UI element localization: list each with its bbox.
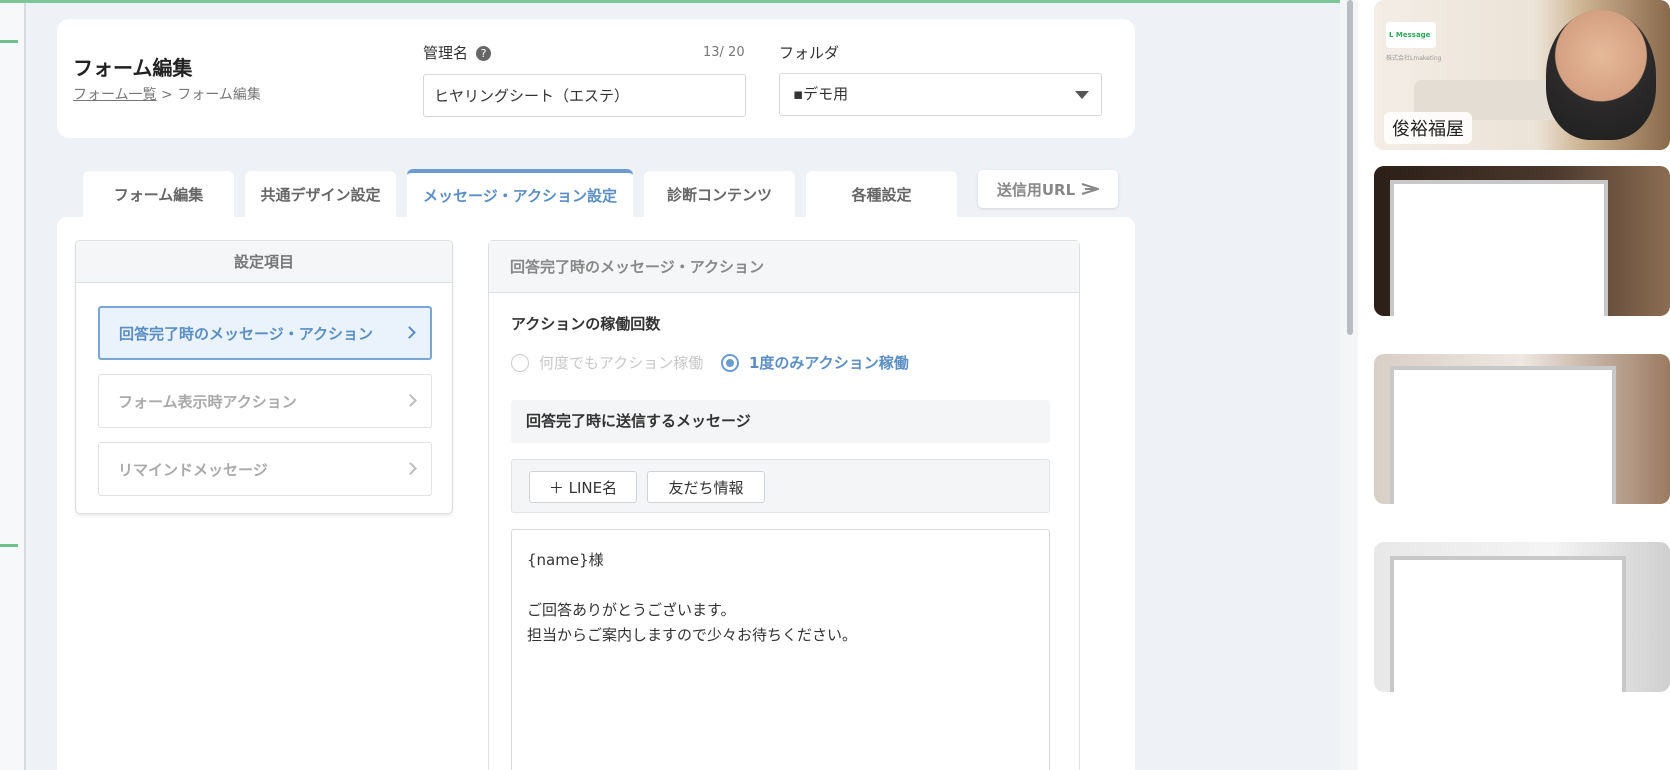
left-strip-indicator xyxy=(0,40,18,43)
mgmt-name-label: 管理名 xyxy=(423,44,469,62)
message-toolbar: ＋ LINE名 友だち情報 xyxy=(511,459,1050,513)
tab-message-action[interactable]: メッセージ・アクション設定 xyxy=(407,169,633,218)
message-textarea[interactable]: {name}様 ご回答ありがとうございます。 担当からご案内しますので少々お待ち… xyxy=(511,529,1050,770)
radio-label-any: 何度でもアクション稼働 xyxy=(539,354,704,372)
help-icon[interactable]: ? xyxy=(476,46,492,61)
message-line: ご回答ありがとうございます。 xyxy=(527,601,736,619)
sidebar-item-label: 回答完了時のメッセージ・アクション xyxy=(119,324,373,343)
folder-select[interactable]: ▪デモ用 xyxy=(779,73,1102,116)
message-action-panel: 回答完了時のメッセージ・アクション アクションの稼働回数 何度でもアクション稼働… xyxy=(488,240,1080,770)
company-logo-subtext: 株式会社Lmaketing xyxy=(1386,55,1442,62)
participant-video xyxy=(1546,10,1656,140)
video-redaction-box xyxy=(1390,180,1608,316)
radio-option-any[interactable]: 何度でもアクション稼働 xyxy=(511,352,703,373)
tab-various-settings[interactable]: 各種設定 xyxy=(806,171,957,218)
sidebar-item-completion-action[interactable]: 回答完了時のメッセージ・アクション xyxy=(98,306,432,360)
breadcrumb-separator: > xyxy=(161,87,173,103)
left-app-strip xyxy=(0,0,26,770)
insert-line-name-button[interactable]: ＋ LINE名 xyxy=(529,471,637,503)
radio-option-once[interactable]: 1度のみアクション稼働 xyxy=(721,352,909,373)
char-counter: 13/ 20 xyxy=(703,45,745,60)
message-line: {name}様 xyxy=(527,551,604,569)
video-tile-2[interactable] xyxy=(1374,166,1670,316)
radio-label-once: 1度のみアクション稼働 xyxy=(749,354,909,372)
chevron-right-icon xyxy=(404,394,417,407)
tab-common-design[interactable]: 共通デザイン設定 xyxy=(245,171,396,218)
page-title: フォーム編集 xyxy=(73,56,193,80)
participant-name-tag: 俊裕福屋 xyxy=(1384,112,1472,144)
chevron-right-icon xyxy=(404,462,417,475)
send-icon xyxy=(1081,183,1100,195)
video-tile-3[interactable] xyxy=(1374,354,1670,504)
breadcrumb-link-form-list[interactable]: フォーム一覧 xyxy=(73,87,157,103)
sidebar-item-label: リマインドメッセージ xyxy=(118,460,268,479)
radio-unchecked-icon[interactable] xyxy=(511,353,529,372)
message-line: 担当からご案内しますので少々お待ちください。 xyxy=(527,626,858,644)
message-line-blank xyxy=(527,573,1034,598)
section-title-action-count: アクションの稼働回数 xyxy=(511,315,661,333)
video-redaction-box xyxy=(1390,366,1616,504)
radio-checked-icon[interactable] xyxy=(721,353,739,372)
sidebar-title: 設定項目 xyxy=(76,241,452,283)
settings-sidebar: 設定項目 回答完了時のメッセージ・アクション フォーム表示時アクション リマイン… xyxy=(75,240,453,514)
send-url-label: 送信用URL xyxy=(996,180,1076,199)
video-redaction-box xyxy=(1390,556,1626,692)
mgmt-name-input[interactable] xyxy=(423,74,746,117)
folder-select-value: ▪デモ用 xyxy=(793,85,849,103)
caret-down-icon xyxy=(1075,91,1089,99)
sidebar-item-remind-message[interactable]: リマインドメッセージ xyxy=(98,442,432,496)
tab-diagnosis-content[interactable]: 診断コンテンツ xyxy=(644,171,795,218)
chevron-right-icon xyxy=(403,326,416,339)
sidebar-item-display-action[interactable]: フォーム表示時アクション xyxy=(98,374,432,428)
friend-info-button[interactable]: 友だち情報 xyxy=(647,471,765,503)
company-logo: L Message xyxy=(1386,22,1436,48)
breadcrumb: フォーム一覧 > フォーム編集 xyxy=(73,84,261,104)
mgmt-name-label-wrap: 管理名? xyxy=(423,42,492,63)
send-url-button[interactable]: 送信用URL xyxy=(978,170,1118,208)
sidebar-item-label: フォーム表示時アクション xyxy=(118,392,297,411)
video-tile-4[interactable] xyxy=(1374,542,1670,692)
video-tile-speaker[interactable]: L Message 株式会社Lmaketing 俊裕福屋 xyxy=(1374,0,1670,150)
message-subhead: 回答完了時に送信するメッセージ xyxy=(511,400,1050,443)
top-progress-line xyxy=(0,0,1340,3)
page-scrollbar-thumb[interactable] xyxy=(1347,0,1353,335)
left-strip-indicator xyxy=(0,544,18,547)
breadcrumb-current: フォーム編集 xyxy=(177,87,261,103)
panel-title: 回答完了時のメッセージ・アクション xyxy=(489,241,1079,293)
tab-form-edit[interactable]: フォーム編集 xyxy=(83,171,234,218)
folder-label: フォルダ xyxy=(779,44,840,62)
